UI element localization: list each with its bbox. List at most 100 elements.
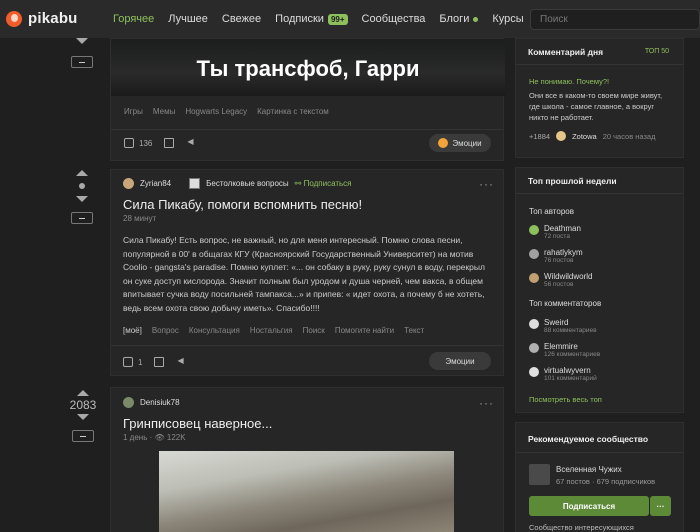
upvote-icon[interactable] [76, 170, 88, 176]
tag[interactable]: [моё] [123, 326, 142, 335]
top-week-card: Топ прошлой недели Топ авторов Deathman 7… [515, 167, 684, 413]
tag[interactable]: Вопрос [152, 326, 179, 335]
nav-communities[interactable]: Сообщества [362, 13, 426, 25]
community-name[interactable]: Вселенная Чужих [556, 465, 622, 474]
emotions-button[interactable]: Эмоции [429, 352, 491, 370]
recommended-community-card: Рекомендуемое сообщество Вселенная Чужих… [515, 422, 684, 532]
emotions-button[interactable]: Эмоции [429, 134, 491, 152]
top-author-3[interactable]: Wildwildworld 56 постов [529, 272, 592, 288]
post3-rating: 2083 [60, 390, 106, 442]
nav-subscriptions[interactable]: Подписки 99+ [275, 13, 348, 25]
subscriptions-badge: 99+ [327, 13, 348, 25]
nav-blogs[interactable]: Блоги [439, 13, 479, 25]
pikabu-logo-icon [6, 10, 22, 27]
nav-fresh[interactable]: Свежее [222, 13, 261, 25]
comment-question[interactable]: Не понимаю. Почему?! [529, 77, 609, 86]
top-commenters-title: Топ комментаторов [529, 299, 602, 308]
emotions-label: Эмоции [445, 356, 475, 366]
more-options-icon[interactable]: ··· [479, 396, 494, 410]
comments-link[interactable]: 136 [124, 138, 152, 148]
user-stats: 126 комментариев [544, 351, 601, 358]
avatar[interactable] [556, 131, 567, 141]
author-name[interactable]: Zyrian84 [140, 179, 171, 188]
downvote-icon[interactable] [76, 38, 88, 44]
tag[interactable]: Помогите найти [335, 326, 394, 335]
community-more-button[interactable]: ··· [650, 496, 671, 516]
post-title[interactable]: Сила Пикабу, помоги вспомнить песню! [123, 197, 362, 212]
nav-best[interactable]: Лучшее [168, 13, 208, 25]
user-stats: 56 постов [544, 281, 574, 288]
tag[interactable]: Игры [124, 107, 143, 116]
upvote-icon[interactable] [77, 390, 89, 396]
recommended-title: Рекомендуемое сообщество [528, 434, 649, 444]
comment-user[interactable]: Zotowa [572, 132, 597, 141]
tag[interactable]: Картинка с текстом [257, 107, 329, 116]
community-avatar[interactable] [529, 464, 550, 485]
view-all-top-link[interactable]: Посмотреть весь топ [529, 395, 602, 404]
post2-rating [62, 170, 102, 224]
community-icon[interactable] [189, 178, 201, 189]
collapse-button[interactable] [71, 212, 93, 224]
avatar [529, 367, 539, 377]
subscribe-link[interactable]: ⚯ Подписаться [295, 179, 352, 188]
more-options-icon[interactable]: ··· [479, 177, 494, 191]
community-name[interactable]: Бестолковые вопросы [206, 179, 289, 188]
tag[interactable]: Мемы [153, 107, 175, 116]
main-nav: Горячее Лучшее Свежее Подписки 99+ Сообще… [113, 0, 538, 38]
user-stats: 88 комментариев [544, 327, 597, 334]
community-stats: 67 постов · 679 подписчиков [556, 477, 656, 486]
nav-hot[interactable]: Горячее [113, 13, 154, 25]
subscribe-community-button[interactable]: Подписаться [529, 496, 649, 516]
comment-rating: +1884 [529, 131, 551, 141]
user-stats: 101 комментарий [544, 375, 597, 382]
top-author-2[interactable]: rahatlykym 76 постов [529, 248, 583, 264]
post1-rating [62, 38, 102, 68]
share-icon[interactable] [186, 137, 196, 148]
rating-dot [79, 183, 85, 189]
tag[interactable]: Поиск [303, 326, 325, 335]
avatar[interactable] [123, 397, 134, 408]
avatar [529, 225, 539, 235]
nav-label: Свежее [221, 13, 262, 25]
meme-caption: Ты трансфоб, Гарри [196, 56, 420, 81]
nav-label: Курсы [492, 13, 524, 25]
tag[interactable]: Ностальгия [250, 326, 293, 335]
nav-label: Сообщества [361, 13, 426, 25]
user-stats: 76 постов [544, 257, 574, 264]
post3-video-preview[interactable] [159, 451, 454, 532]
comments-link[interactable]: 1 [123, 357, 142, 367]
tag[interactable]: Консультация [189, 326, 240, 335]
collapse-button[interactable] [71, 56, 93, 68]
save-icon[interactable] [164, 138, 175, 148]
nav-label: Блоги [439, 13, 470, 25]
user-name: Elemmire [544, 342, 578, 351]
post1-footer: 136 [124, 137, 196, 148]
tag[interactable]: Текст [404, 326, 424, 335]
downvote-icon[interactable] [77, 414, 89, 420]
top-commenter-3[interactable]: virtualwyvern 101 комментарий [529, 366, 597, 382]
avatar[interactable] [123, 178, 134, 189]
post-title[interactable]: Гринписовец наверное... [123, 416, 272, 431]
top50-link[interactable]: ТОП 50 [645, 48, 669, 55]
share-icon[interactable] [176, 356, 186, 367]
search-input[interactable] [530, 9, 700, 30]
save-icon[interactable] [154, 357, 165, 367]
comment-time: 20 часов назад [602, 131, 656, 141]
top-author-1[interactable]: Deathman 72 поста [529, 224, 581, 240]
tag[interactable]: Hogwarts Legacy [185, 107, 247, 116]
top-commenter-1[interactable]: Sweird 88 комментариев [529, 318, 597, 334]
post2-author-row: Zyrian84 Бестолковые вопросы ⚯ Подписать… [123, 178, 352, 189]
comment-icon [124, 138, 134, 148]
top-commenter-2[interactable]: Elemmire 126 комментариев [529, 342, 600, 358]
post2-tags: [моё] Вопрос Консультация Ностальгия Пои… [123, 326, 424, 335]
user-name: Sweird [544, 318, 569, 327]
comment-day-title: Комментарий дня [528, 47, 604, 57]
nav-courses[interactable]: Курсы [492, 13, 523, 25]
collapse-button[interactable] [72, 430, 94, 442]
post1-image[interactable]: Ты трансфоб, Гарри [111, 39, 505, 96]
logo[interactable]: pikabu [6, 10, 78, 27]
author-name[interactable]: Denisiuk78 [140, 398, 180, 407]
downvote-icon[interactable] [76, 196, 88, 202]
user-name: Deathman [544, 224, 581, 233]
comment-meta: +1884 Zotowa 20 часов назад [529, 131, 655, 141]
